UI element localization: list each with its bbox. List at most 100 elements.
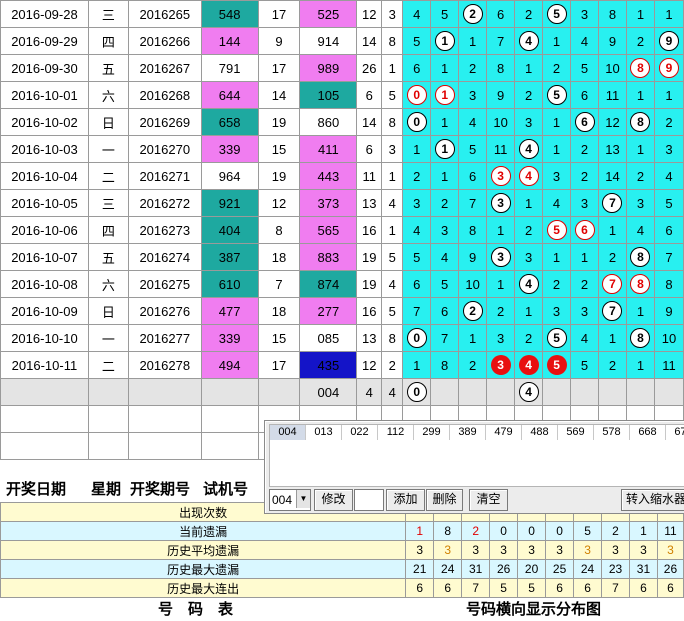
table-row[interactable]: 2016-10-02 日 2016269 658 19 860 14 8 0 1 4 10 3 1 6 12 8…: [0, 108, 684, 136]
distribution-cell: 1: [597, 324, 627, 352]
number-tab[interactable]: 112: [378, 425, 414, 440]
number-tab[interactable]: 488: [522, 425, 558, 440]
table-row[interactable]: 2016-10-09 日 2016276 477 18 277 16 5 7 6 2 2 1 3 3 7 1 9: [0, 297, 684, 325]
draw-number-cell: 883: [299, 243, 358, 271]
distribution-cell: 5: [653, 189, 684, 217]
table-row[interactable]: 2016-09-30 五 2016267 791 17 989 26 1 6 1 2 8 1 2 5 10 8 9: [0, 54, 684, 82]
number-tab[interactable]: 004: [270, 425, 306, 440]
period-cell: 2016271: [127, 162, 202, 190]
table-row[interactable]: 2016-09-28 三 2016265 548 17 525 12 3 4 5 2 6 2 5 3 8 1 1: [0, 0, 684, 28]
empty-cell: [257, 378, 301, 406]
chevron-down-icon[interactable]: ▼: [296, 490, 310, 508]
trial-number-cell: 404: [200, 216, 259, 244]
distribution-cell: 2: [514, 216, 544, 244]
pending-distribution-cell: [653, 378, 684, 406]
number-list[interactable]: [269, 440, 684, 487]
modify-button[interactable]: 修改: [314, 489, 353, 511]
draw-table: 2016-09-28 三 2016265 548 17 525 12 3 4 5 2 6 2 5 3 8 1 1 2…: [0, 0, 684, 460]
period-cell: 2016274: [127, 243, 202, 271]
distribution-cell: 2: [597, 351, 627, 379]
table-row[interactable]: 2016-10-07 五 2016274 387 18 883 19 5 5 4 9 3 3 1 1 2 8 7: [0, 243, 684, 271]
table-row[interactable]: 2016-10-03 一 2016270 339 15 411 6 3 1 1 5 11 4 1 2 13 1 3: [0, 135, 684, 163]
number-ball: 0: [406, 328, 427, 348]
distribution-cell: 9: [653, 54, 684, 82]
distribution-cell: 3: [458, 81, 488, 109]
stats-value: 26: [656, 559, 684, 579]
date-cell: 2016-10-01: [0, 81, 89, 109]
number-ball: 5: [546, 85, 567, 105]
delete-button[interactable]: 删除: [426, 489, 463, 511]
number-tab[interactable]: 389: [450, 425, 486, 440]
number-tab[interactable]: 578: [594, 425, 630, 440]
distribution-cell: 4: [514, 27, 544, 55]
table-row[interactable]: 2016-10-06 四 2016273 404 8 565 16 1 4 3 8 1 2 5 6 1 4 6: [0, 216, 684, 244]
number-tab[interactable]: 668: [630, 425, 666, 440]
number-tab[interactable]: 022: [342, 425, 378, 440]
distribution-cell: 1: [430, 135, 460, 163]
distribution-cell: 8: [458, 216, 488, 244]
empty-cell: [87, 405, 129, 433]
tail-cell: 1: [381, 162, 404, 190]
number-ball: 8: [630, 112, 651, 132]
trial-number-cell: 548: [200, 0, 259, 28]
number-tab[interactable]: 677: [666, 425, 684, 440]
number-ball: 4: [518, 166, 539, 186]
distribution-cell: 1: [625, 81, 655, 109]
period-cell: 2016268: [127, 81, 202, 109]
distribution-cell: 1: [430, 162, 460, 190]
distribution-cell: 3: [542, 162, 572, 190]
distribution-cell: 12: [597, 108, 627, 136]
weekday-cell: 六: [87, 270, 129, 298]
distribution-cell: 5: [458, 135, 488, 163]
distribution-cell: 4: [625, 216, 655, 244]
number-tab[interactable]: 569: [558, 425, 594, 440]
distribution-cell: 11: [486, 135, 516, 163]
distribution-cell: 3: [542, 297, 572, 325]
transfer-button[interactable]: 转入缩水器: [621, 489, 684, 511]
number-ball: 5: [546, 220, 567, 240]
distribution-cell: 7: [597, 270, 627, 298]
number-tab[interactable]: 479: [486, 425, 522, 440]
pending-row[interactable]: 004 4 4 0 4: [0, 378, 684, 406]
table-row[interactable]: 2016-10-05 三 2016272 921 12 373 13 4 3 2 7 3 1 4 3 7 3 5: [0, 189, 684, 217]
trial-number-cell: 791: [200, 54, 259, 82]
stats-value: 6: [433, 578, 463, 598]
table-row[interactable]: 2016-10-08 六 2016275 610 7 874 19 4 6 5 10 1 4 2 2 7 8 8: [0, 270, 684, 298]
trial-number-cell: 494: [200, 351, 259, 379]
table-row[interactable]: 2016-10-10 一 2016277 339 15 085 13 8 0 7 1 3 2 5 4 1 8 10: [0, 324, 684, 352]
number-tab[interactable]: 299: [414, 425, 450, 440]
number-ball: 5: [546, 355, 567, 375]
table-row[interactable]: 2016-10-04 二 2016271 964 19 443 11 1 2 1 6 3 4 3 2 14 2 4: [0, 162, 684, 190]
number-combo[interactable]: 004 ▼: [269, 489, 311, 511]
distribution-cell: 10: [597, 54, 627, 82]
clear-button[interactable]: 清空: [469, 489, 508, 511]
number-input[interactable]: [354, 489, 384, 511]
distribution-cell: 8: [597, 0, 627, 28]
stats-value: 11: [656, 521, 684, 541]
period-cell: 2016276: [127, 297, 202, 325]
sum-cell: 8: [257, 216, 301, 244]
stats-value: 31: [629, 559, 658, 579]
number-ball: 0: [406, 112, 427, 132]
number-tab[interactable]: 013: [306, 425, 342, 440]
empty-cell: [0, 432, 89, 460]
table-row[interactable]: 2016-10-11 二 2016278 494 17 435 12 2 1 8 2 3 4 5 5 2 1 11: [0, 351, 684, 379]
add-button[interactable]: 添加: [386, 489, 425, 511]
number-ball: 1: [434, 139, 455, 159]
stats-value: 6: [405, 578, 435, 598]
table-row[interactable]: 2016-10-01 六 2016268 644 14 105 6 5 0 1 3 9 2 5 6 11 1 1: [0, 81, 684, 109]
empty-cell: [87, 432, 129, 460]
table-row[interactable]: 2016-09-29 四 2016266 144 9 914 14 8 5 1 1 7 4 1 4 9 2 9: [0, 27, 684, 55]
distribution-cell: 6: [570, 216, 599, 244]
distribution-cell: 1: [430, 81, 460, 109]
stats-table: 出现次数 当前遗漏 1 8 2 0 0 0 5 2 1 11 历史平均遗漏 3 3 3 3 3 3 3 3 3 3 历史最大遗…: [0, 502, 684, 598]
distribution-cell: 0: [402, 324, 432, 352]
span-cell: 16: [356, 216, 383, 244]
empty-cell: [200, 432, 259, 460]
span-cell: 14: [356, 108, 383, 136]
distribution-cell: 1: [458, 27, 488, 55]
weekday-cell: 五: [87, 243, 129, 271]
distribution-cell: 1: [625, 351, 655, 379]
sum-cell: 17: [257, 54, 301, 82]
distribution-cell: 2: [570, 162, 599, 190]
